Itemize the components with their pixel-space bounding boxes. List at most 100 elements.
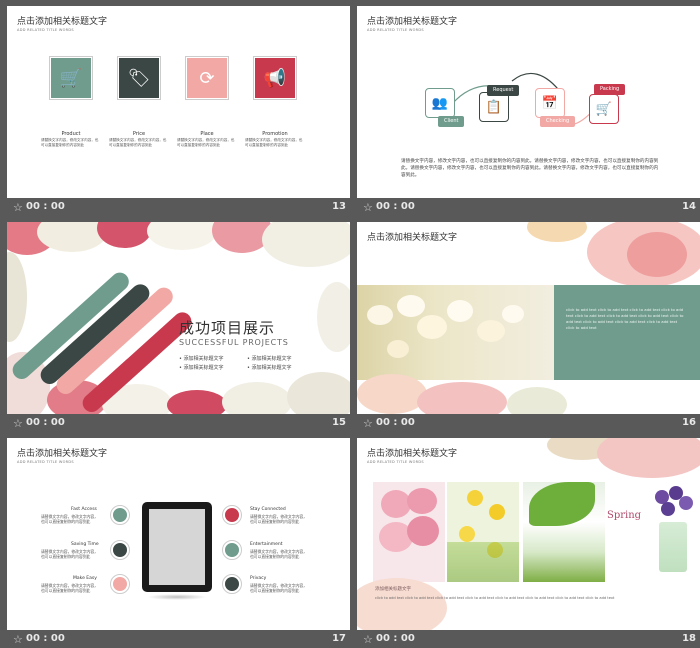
feature-text: 请替换文字内容，修改文字内容，也可以直接复制你的内容到此 xyxy=(250,583,307,593)
slide-title: 点击添加相关标题文字 xyxy=(367,233,458,243)
promotion-label: Promotion xyxy=(262,131,288,137)
floral-decoration xyxy=(357,374,427,414)
slide-thumbnail-13[interactable]: 点击添加相关标题文字 ADD RELATED TITLE WORDS 🛒 🏷 ⟳… xyxy=(7,6,350,216)
feature-title: Saving Time xyxy=(71,542,99,547)
cart-icon: 🛒 xyxy=(49,56,93,100)
feature-text: 请替换文字内容，修改文字内容，也可以直接复制你的内容到此 xyxy=(41,583,98,593)
feature-circle xyxy=(110,574,130,594)
star-icon[interactable]: ☆ xyxy=(13,633,23,646)
slide-footer-bar: ☆ 00 : 00 18 xyxy=(357,632,700,648)
slide-number: 15 xyxy=(332,417,346,428)
star-icon[interactable]: ☆ xyxy=(363,417,373,430)
request-tag: Request xyxy=(487,85,520,96)
text-box: click to add text click to add text clic… xyxy=(554,285,700,380)
price-label: Price xyxy=(132,131,146,137)
star-icon[interactable]: ☆ xyxy=(363,201,373,214)
bullet-item: • 添加相关标题文字 xyxy=(247,356,292,362)
feature-circle xyxy=(222,540,242,560)
bullet-item: • 添加相关标题文字 xyxy=(247,365,292,371)
slide-number: 18 xyxy=(682,633,696,644)
floral-decoration xyxy=(527,222,587,242)
product-label: Product xyxy=(61,131,81,137)
footer-text: click to add text click to add text clic… xyxy=(375,596,615,600)
slide-thumbnail-16[interactable]: 点击添加相关标题文字 click to add text click to ad… xyxy=(357,222,700,432)
packing-tag: Packing xyxy=(594,84,626,95)
floral-decoration xyxy=(417,382,507,414)
slide-canvas: 成功项目展示 SUCCESSFUL PROJECTS • 添加相关标题文字 • … xyxy=(7,222,350,414)
calendar-icon: 📅 xyxy=(535,88,565,118)
floral-decoration xyxy=(597,438,700,478)
feature-title: Privacy xyxy=(250,576,267,581)
slide-thumbnail-18[interactable]: 点击添加相关标题文字 ADD RELATED TITLE WORDS Sprin… xyxy=(357,438,700,648)
bullet-item: • 添加相关标题文字 xyxy=(179,365,224,371)
slide-subtitle: ADD RELATED TITLE WORDS xyxy=(17,460,74,464)
slide-footer-bar: ☆ 00 : 00 14 xyxy=(357,200,700,216)
body-paragraph: 请替换文字内容，修改文字内容，也可以直接复制你的内容到此。请替换文字内容，修改文… xyxy=(401,159,659,178)
client-tag: Client xyxy=(438,116,465,127)
client-icon: 👥 xyxy=(425,88,455,118)
feature-circle xyxy=(222,574,242,594)
slide-title: 点击添加相关标题文字 xyxy=(17,449,108,459)
slide-canvas: 点击添加相关标题文字 ADD RELATED TITLE WORDS 👥 📋 📅… xyxy=(357,6,700,198)
promotion-text: 请替换文字内容，修改文字内容，也可以直接复制你的内容到此 xyxy=(245,138,303,147)
slide-thumbnail-15[interactable]: 成功项目展示 SUCCESSFUL PROJECTS • 添加相关标题文字 • … xyxy=(7,222,350,432)
slide-timing: 00 : 00 xyxy=(376,633,415,644)
slide-timing: 00 : 00 xyxy=(376,201,415,212)
slide-title: 点击添加相关标题文字 xyxy=(17,17,108,27)
leaf-photo xyxy=(523,482,605,582)
slide-footer-bar: ☆ 00 : 00 13 xyxy=(7,200,350,216)
iris-photo xyxy=(647,482,700,582)
tablet-image xyxy=(142,502,212,592)
slide-thumbnail-14[interactable]: 点击添加相关标题文字 ADD RELATED TITLE WORDS 👥 📋 📅… xyxy=(357,6,700,216)
product-text: 请替换文字内容，修改文字内容，也可以直接复制你的内容到此 xyxy=(41,138,99,147)
star-icon[interactable]: ☆ xyxy=(13,417,23,430)
price-tag-icon: 🏷 xyxy=(117,56,161,100)
slide-timing: 00 : 00 xyxy=(26,633,65,644)
feature-text: 请替换文字内容，修改文字内容，也可以直接复制你的内容到此 xyxy=(250,514,307,524)
slide-title: 点击添加相关标题文字 xyxy=(367,449,458,459)
slide-canvas: 点击添加相关标题文字 click to add text click to ad… xyxy=(357,222,700,414)
refresh-icon: ⟳ xyxy=(185,56,229,100)
tablet-shadow xyxy=(147,594,207,600)
price-text: 请替换文字内容，修改文字内容，也可以直接复制你的内容到此 xyxy=(109,138,167,147)
slide-number: 14 xyxy=(682,201,696,212)
packing-cart-icon: 🛒 xyxy=(589,94,619,124)
place-label: Place xyxy=(200,131,214,137)
feature-circle xyxy=(110,540,130,560)
daffodils-photo xyxy=(447,482,519,582)
slide-footer-bar: ☆ 00 : 00 17 xyxy=(7,632,350,648)
slide-canvas: 点击添加相关标题文字 ADD RELATED TITLE WORDS 🛒 🏷 ⟳… xyxy=(7,6,350,198)
slide-number: 16 xyxy=(682,417,696,428)
feature-title: Make Easy xyxy=(73,576,97,581)
star-icon[interactable]: ☆ xyxy=(13,201,23,214)
box-text: click to add text click to add text clic… xyxy=(566,307,684,330)
floral-decoration xyxy=(507,387,567,414)
caption: 添加相关标题文字 xyxy=(375,587,411,592)
slide-footer-bar: ☆ 00 : 00 15 xyxy=(7,416,350,432)
feature-circle xyxy=(222,505,242,525)
slide-number: 17 xyxy=(332,633,346,644)
slide-thumbnail-17[interactable]: 点击添加相关标题文字 ADD RELATED TITLE WORDS Fast … xyxy=(7,438,350,648)
clipboard-icon: 📋 xyxy=(479,92,509,122)
feature-text: 请替换文字内容，修改文字内容，也可以直接复制你的内容到此 xyxy=(41,549,98,559)
feature-circle xyxy=(110,505,130,525)
roses-photo xyxy=(373,482,445,582)
megaphone-icon: 📢 xyxy=(253,56,297,100)
slide-timing: 00 : 00 xyxy=(26,417,65,428)
feature-title: Stay Connected xyxy=(250,507,286,512)
spring-label: Spring xyxy=(607,510,642,521)
feature-title: Entertainment xyxy=(250,542,283,547)
orchid-photo xyxy=(357,285,557,380)
slide-subtitle: ADD RELATED TITLE WORDS xyxy=(367,460,424,464)
bullet-item: • 添加相关标题文字 xyxy=(179,356,224,362)
slide-timing: 00 : 00 xyxy=(26,201,65,212)
slide-canvas: 点击添加相关标题文字 ADD RELATED TITLE WORDS Sprin… xyxy=(357,438,700,630)
floral-decoration xyxy=(627,232,687,277)
slide-subtitle: ADD RELATED TITLE WORDS xyxy=(17,28,74,32)
slide-timing: 00 : 00 xyxy=(376,417,415,428)
slide-number: 13 xyxy=(332,201,346,212)
feature-text: 请替换文字内容，修改文字内容，也可以直接复制你的内容到此 xyxy=(250,549,307,559)
section-heading-en: SUCCESSFUL PROJECTS xyxy=(179,338,289,347)
slide-canvas: 点击添加相关标题文字 ADD RELATED TITLE WORDS Fast … xyxy=(7,438,350,630)
star-icon[interactable]: ☆ xyxy=(363,633,373,646)
